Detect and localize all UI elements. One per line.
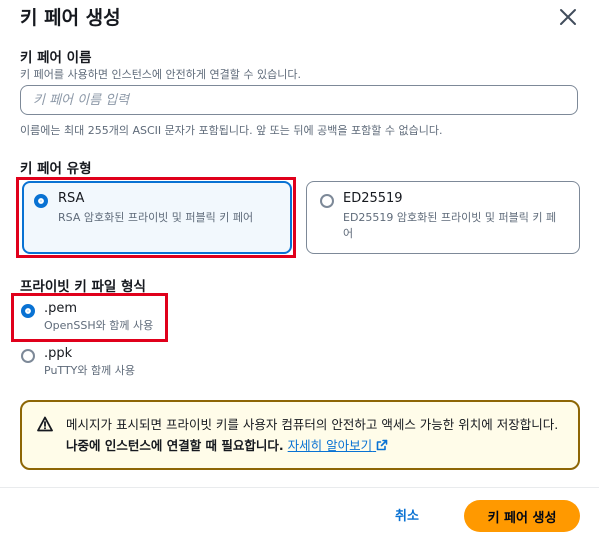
ed25519-title: ED25519 — [343, 191, 403, 206]
key-type-label: 키 페어 유형 — [20, 161, 92, 177]
alert-emphasis: 나중에 인스턴스에 연결할 때 필요합니다. — [66, 438, 284, 453]
create-key-pair-button[interactable]: 키 페어 생성 — [464, 500, 580, 532]
ed25519-description: ED25519 암호화된 프라이빗 및 퍼블릭 키 페어 — [343, 211, 557, 240]
key-name-label: 키 페어 이름 — [20, 50, 92, 66]
file-format-option-ppk[interactable]: .ppk PuTTY와 함께 사용 — [20, 345, 160, 381]
close-icon — [560, 9, 576, 25]
ppk-title: .ppk — [44, 346, 73, 361]
ppk-description: PuTTY와 함께 사용 — [44, 364, 135, 377]
cancel-button[interactable]: 취소 — [395, 505, 419, 524]
alert-message: 메시지가 표시되면 프라이빗 키를 사용자 컴퓨터의 안전하고 액세스 가능한 … — [66, 417, 559, 432]
learn-more-label: 자세히 알아보기 — [287, 438, 373, 453]
warning-alert: 메시지가 표시되면 프라이빗 키를 사용자 컴퓨터의 안전하고 액세스 가능한 … — [20, 400, 580, 470]
warning-icon — [37, 416, 53, 432]
highlight-box-rsa — [16, 177, 296, 258]
dialog-title: 키 페어 생성 — [20, 7, 121, 29]
footer-divider — [0, 487, 599, 488]
highlight-box-pem — [11, 293, 168, 342]
external-link-icon — [376, 439, 388, 451]
ppk-radio[interactable] — [21, 349, 35, 363]
close-button[interactable] — [556, 5, 580, 29]
key-name-input[interactable] — [20, 85, 578, 115]
file-format-label: 프라이빗 키 파일 형식 — [20, 279, 146, 295]
learn-more-link[interactable]: 자세히 알아보기 — [288, 438, 388, 453]
alert-text: 메시지가 표시되면 프라이빗 키를 사용자 컴퓨터의 안전하고 액세스 가능한 … — [66, 414, 566, 456]
key-name-constraint: 이름에는 최대 255개의 ASCII 문자가 포함됩니다. 앞 또는 뒤에 공… — [20, 124, 443, 137]
ed25519-radio[interactable] — [320, 194, 334, 208]
key-type-option-ed25519[interactable]: ED25519 ED25519 암호화된 프라이빗 및 퍼블릭 키 페어 — [306, 181, 580, 254]
key-name-description: 키 페어를 사용하면 인스턴스에 안전하게 연결할 수 있습니다. — [20, 68, 301, 81]
